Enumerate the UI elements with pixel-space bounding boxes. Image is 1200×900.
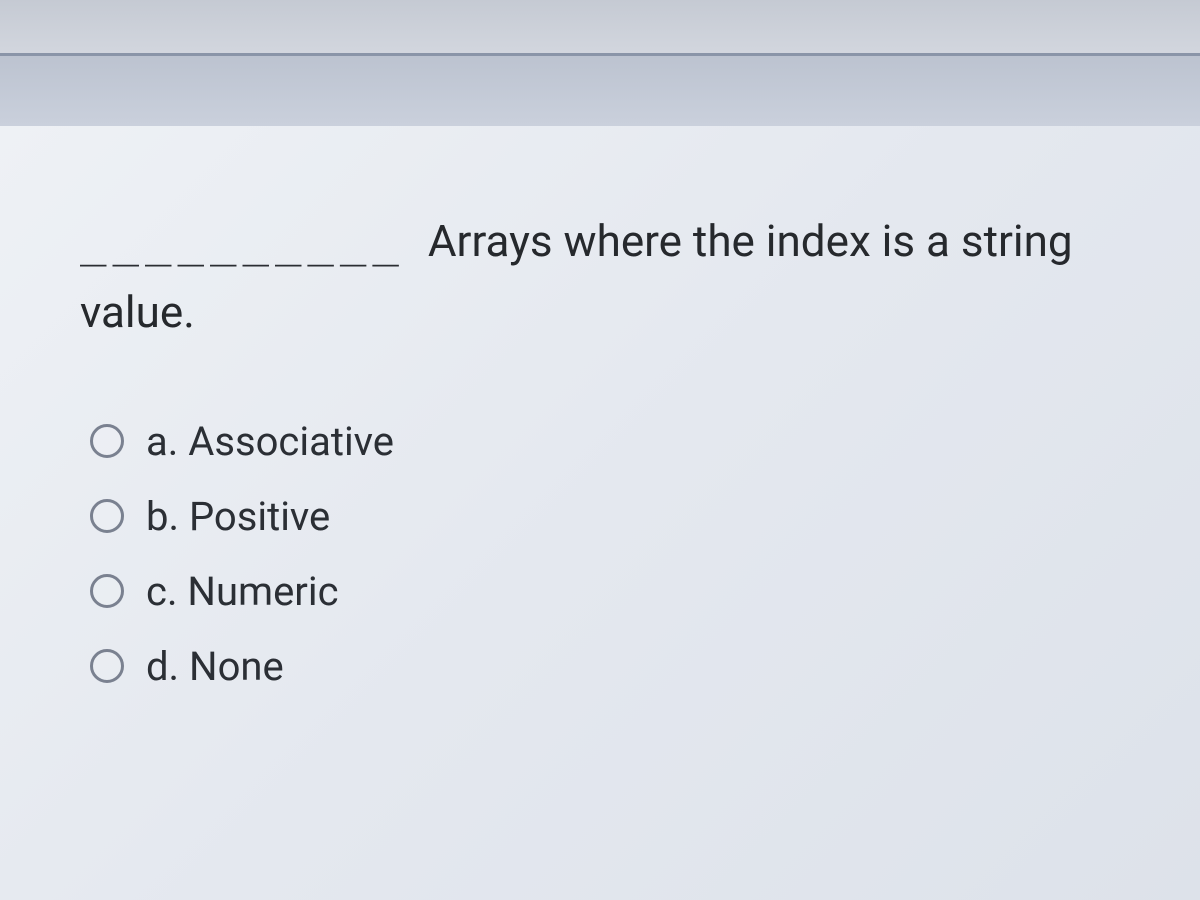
- radio-icon[interactable]: [90, 649, 124, 683]
- option-c[interactable]: c. Numeric: [90, 568, 1140, 615]
- window-top-bar: [0, 0, 1200, 56]
- radio-icon[interactable]: [90, 424, 124, 458]
- option-b[interactable]: b. Positive: [90, 493, 1140, 540]
- question-text: __________ Arrays where the index is a s…: [80, 206, 1140, 348]
- options-list: a. Associative b. Positive c. Numeric d.…: [80, 418, 1140, 690]
- radio-icon[interactable]: [90, 574, 124, 608]
- option-label: d. None: [146, 643, 284, 690]
- option-d[interactable]: d. None: [90, 643, 1140, 690]
- separator-band: [0, 56, 1200, 126]
- radio-icon[interactable]: [90, 499, 124, 533]
- question-panel: __________ Arrays where the index is a s…: [0, 126, 1200, 900]
- option-label: a. Associative: [146, 418, 394, 465]
- fill-in-blank: __________: [80, 207, 405, 277]
- option-label: b. Positive: [146, 493, 330, 540]
- option-a[interactable]: a. Associative: [90, 418, 1140, 465]
- option-label: c. Numeric: [146, 568, 339, 615]
